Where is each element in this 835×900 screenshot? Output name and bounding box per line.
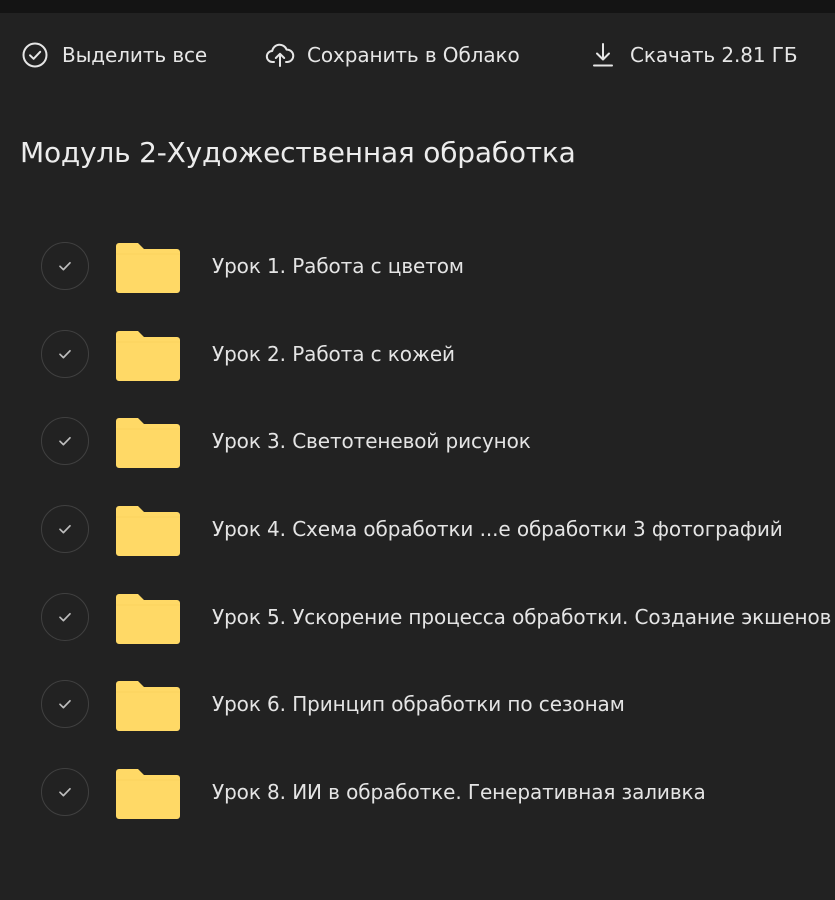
list-item-content: Урок 1. Работа с цветом	[0, 222, 835, 310]
check-icon	[59, 437, 71, 446]
download-icon	[588, 40, 618, 70]
list-item-content: Урок 8. ИИ в обработке. Генеративная зал…	[0, 748, 835, 836]
list-item[interactable]: Урок 5. Ускорение процесса обработки. Со…	[0, 573, 835, 661]
folder-icon	[116, 243, 180, 293]
page-title: Модуль 2-Художественная обработка	[20, 136, 576, 169]
folder-icon	[116, 593, 180, 644]
list-item[interactable]: Урок 1. Работа с цветом	[0, 222, 835, 310]
list-item-content: Урок 4. Схема обработки ...е обработки 3…	[0, 485, 835, 573]
check-icon	[59, 788, 71, 797]
check-icon	[59, 525, 71, 534]
toolbar: Выделить все Сохранить в Облако Скачать …	[0, 13, 835, 93]
download-label: Скачать 2.81 ГБ	[630, 43, 798, 67]
list-item-content: Урок 6. Принцип обработки по сезонам	[0, 660, 835, 748]
list-item[interactable]: Урок 8. ИИ в обработке. Генеративная зал…	[0, 748, 835, 836]
folder-name: Урок 2. Работа с кожей	[212, 341, 455, 366]
download-button[interactable]: Скачать 2.81 ГБ	[588, 40, 798, 70]
folder-name: Урок 3. Светотеневой рисунок	[212, 429, 531, 454]
select-checkbox[interactable]	[41, 680, 89, 729]
select-checkbox[interactable]	[41, 417, 89, 466]
folder-icon	[116, 330, 180, 381]
folder-icon	[116, 681, 180, 732]
folder-icon	[116, 506, 180, 557]
check-icon	[59, 261, 71, 271]
cloud-upload-icon	[265, 40, 295, 70]
list-item[interactable]: Урок 2. Работа с кожей	[0, 310, 835, 398]
list-item-content: Урок 3. Светотеневой рисунок	[0, 397, 835, 485]
file-list: Урок 1. Работа с цветом Урок 2. Работа с…	[0, 222, 835, 836]
select-checkbox[interactable]	[41, 329, 89, 378]
list-item[interactable]: Урок 6. Принцип обработки по сезонам	[0, 660, 835, 748]
check-icon	[59, 700, 71, 709]
list-item[interactable]: Урок 4. Схема обработки ...е обработки 3…	[0, 485, 835, 573]
select-checkbox[interactable]	[41, 242, 89, 290]
top-strip	[0, 0, 835, 13]
select-all-button[interactable]: Выделить все	[20, 40, 207, 70]
select-checkbox[interactable]	[41, 505, 89, 554]
folder-name: Урок 8. ИИ в обработке. Генеративная зал…	[212, 780, 706, 805]
folder-icon	[116, 769, 180, 820]
list-item-content: Урок 2. Работа с кожей	[0, 310, 835, 398]
check-icon	[59, 612, 71, 622]
select-all-label: Выделить все	[62, 43, 208, 67]
list-item[interactable]: Урок 3. Светотеневой рисунок	[0, 397, 835, 485]
folder-name: Урок 6. Принцип обработки по сезонам	[212, 692, 625, 717]
select-checkbox[interactable]	[41, 592, 89, 641]
select-checkbox[interactable]	[41, 768, 89, 817]
save-to-cloud-label: Сохранить в Облако	[307, 43, 520, 67]
check-icon	[59, 349, 71, 359]
save-to-cloud-button[interactable]: Сохранить в Облако	[265, 40, 520, 70]
check-circle-icon	[20, 40, 50, 70]
list-item-content: Урок 5. Ускорение процесса обработки. Со…	[0, 573, 835, 661]
folder-name: Урок 5. Ускорение процесса обработки. Со…	[212, 604, 832, 629]
folder-name: Урок 4. Схема обработки ...е обработки 3…	[212, 517, 783, 542]
folder-name: Урок 1. Работа с цветом	[212, 254, 464, 278]
folder-icon	[116, 418, 180, 469]
